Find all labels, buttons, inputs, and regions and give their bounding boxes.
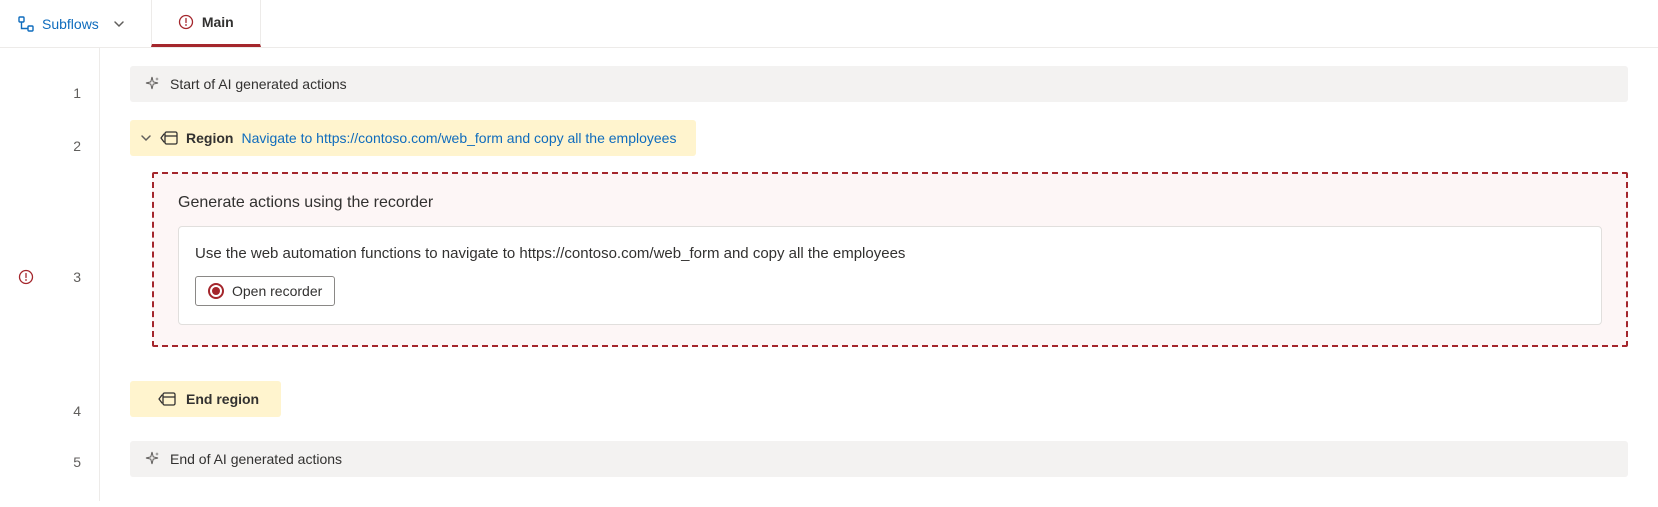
- editor-area: Start of AI generated actions Region Nav…: [100, 48, 1658, 501]
- line-number: 4: [0, 381, 99, 441]
- line-number: 2: [0, 120, 99, 172]
- workspace: 1 2 3 4 5 Start of AI generated actions: [0, 48, 1658, 501]
- line-number: 1: [0, 66, 99, 120]
- error-icon: [178, 14, 194, 30]
- recorder-title: Generate actions using the recorder: [178, 194, 1602, 212]
- line-number: 3: [0, 172, 99, 381]
- line-gutter: 1 2 3 4 5: [0, 48, 100, 501]
- action-label: End of AI generated actions: [170, 451, 342, 467]
- error-icon: [18, 269, 34, 285]
- sparkle-icon: [144, 451, 160, 467]
- action-region-end[interactable]: End region: [130, 381, 281, 417]
- line-number: 5: [0, 441, 99, 483]
- region-icon: [160, 131, 178, 145]
- action-end-ai[interactable]: End of AI generated actions: [130, 441, 1628, 477]
- region-icon: [158, 392, 176, 406]
- action-label: Start of AI generated actions: [170, 76, 347, 92]
- open-recorder-label: Open recorder: [232, 283, 322, 299]
- flow-icon: [18, 16, 34, 32]
- subflows-label: Subflows: [42, 16, 99, 32]
- recorder-placeholder: Generate actions using the recorder Use …: [152, 172, 1628, 347]
- chevron-down-icon: [113, 18, 125, 30]
- recorder-description: Use the web automation functions to navi…: [195, 245, 1585, 262]
- region-description: Navigate to https://contoso.com/web_form…: [241, 130, 676, 146]
- action-region-start[interactable]: Region Navigate to https://contoso.com/w…: [130, 120, 696, 156]
- chevron-down-icon[interactable]: [140, 132, 152, 144]
- tab-main[interactable]: Main: [151, 0, 261, 47]
- tab-label: Main: [202, 14, 234, 30]
- subflows-dropdown[interactable]: Subflows: [0, 0, 143, 47]
- region-title: Region: [186, 130, 233, 146]
- top-bar: Subflows Main: [0, 0, 1658, 48]
- end-region-label: End region: [186, 391, 259, 407]
- sparkle-icon: [144, 76, 160, 92]
- action-start-ai[interactable]: Start of AI generated actions: [130, 66, 1628, 102]
- recorder-card: Use the web automation functions to navi…: [178, 226, 1602, 325]
- open-recorder-button[interactable]: Open recorder: [195, 276, 335, 306]
- record-icon: [208, 283, 224, 299]
